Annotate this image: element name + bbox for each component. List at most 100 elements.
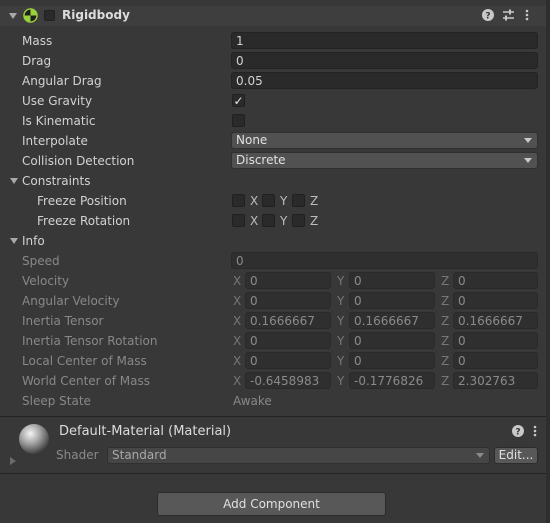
local-center-of-mass-label: Local Center of Mass bbox=[22, 354, 147, 368]
material-foldout-icon[interactable] bbox=[10, 457, 16, 465]
edit-shader-button[interactable]: Edit... bbox=[494, 447, 538, 464]
use-gravity-checkbox[interactable]: ✓ bbox=[232, 94, 245, 107]
shader-value: Standard bbox=[112, 448, 167, 462]
presets-icon[interactable] bbox=[502, 9, 515, 21]
svg-text:?: ? bbox=[485, 12, 490, 22]
footer-separator bbox=[0, 473, 550, 474]
world-center-of-mass-x: -0.6458983 bbox=[245, 372, 331, 389]
constraints-foldout-icon[interactable] bbox=[10, 178, 18, 184]
velocity-y: 0 bbox=[349, 272, 435, 289]
axis-z-label: Z bbox=[441, 354, 450, 368]
axis-x-label: X bbox=[233, 374, 242, 388]
material-title: Default-Material (Material) bbox=[59, 424, 232, 439]
freeze-position-y-label: Y bbox=[280, 194, 288, 208]
axis-x-label: X bbox=[233, 354, 242, 368]
axis-z-label: Z bbox=[441, 334, 450, 348]
inertia-tensor-z: 0.1666667 bbox=[453, 312, 538, 329]
chevron-down-icon bbox=[476, 453, 484, 458]
scrollbar[interactable] bbox=[546, 0, 550, 523]
axis-z-label: Z bbox=[441, 294, 450, 308]
freeze-rotation-z-checkbox[interactable] bbox=[292, 214, 305, 227]
axis-y-label: Y bbox=[337, 314, 345, 328]
collision-detection-dropdown[interactable]: Discrete bbox=[231, 152, 538, 169]
freeze-rotation-y-label: Y bbox=[280, 214, 288, 228]
world-center-of-mass-label: World Center of Mass bbox=[22, 374, 150, 388]
drag-input[interactable]: 0 bbox=[231, 52, 538, 69]
world-center-of-mass-z: 2.302763 bbox=[453, 372, 538, 389]
enable-component-checkbox[interactable] bbox=[44, 10, 55, 21]
constraints-foldout[interactable]: Constraints bbox=[22, 171, 90, 191]
axis-x-label: X bbox=[233, 294, 242, 308]
rigidbody-icon bbox=[23, 8, 38, 23]
axis-y-label: Y bbox=[337, 374, 345, 388]
freeze-position-z-checkbox[interactable] bbox=[292, 194, 305, 207]
axis-y-label: Y bbox=[337, 274, 345, 288]
help-icon[interactable]: ? bbox=[482, 9, 494, 22]
interpolate-dropdown[interactable]: None bbox=[231, 132, 538, 149]
chevron-down-icon bbox=[524, 158, 532, 163]
material-preview-icon bbox=[18, 423, 50, 455]
axis-z-label: Z bbox=[441, 274, 450, 288]
inertia-tensor-label: Inertia Tensor bbox=[22, 314, 104, 328]
axis-x-label: X bbox=[233, 334, 242, 348]
interpolate-value: None bbox=[236, 133, 268, 147]
kebab-menu-icon[interactable] bbox=[524, 9, 530, 21]
local-center-of-mass-z: 0 bbox=[453, 352, 538, 369]
freeze-rotation-z-label: Z bbox=[310, 214, 319, 228]
info-foldout-icon[interactable] bbox=[10, 238, 18, 244]
velocity-x: 0 bbox=[245, 272, 331, 289]
drag-label: Drag bbox=[22, 54, 52, 68]
axis-y-label: Y bbox=[337, 354, 345, 368]
inertia-tensor-rotation-z: 0 bbox=[453, 332, 538, 349]
is-kinematic-checkbox[interactable] bbox=[232, 114, 245, 127]
freeze-position-label: Freeze Position bbox=[37, 194, 127, 208]
velocity-z: 0 bbox=[453, 272, 538, 289]
collision-detection-label: Collision Detection bbox=[22, 154, 135, 168]
freeze-position-x-label: X bbox=[250, 194, 259, 208]
info-foldout[interactable]: Info bbox=[22, 231, 45, 251]
axis-z-label: Z bbox=[441, 314, 450, 328]
add-component-button[interactable]: Add Component bbox=[157, 492, 386, 516]
shader-dropdown[interactable]: Standard bbox=[107, 447, 490, 464]
speed-label: Speed bbox=[22, 254, 60, 268]
velocity-label: Velocity bbox=[22, 274, 70, 288]
freeze-position-z-label: Z bbox=[310, 194, 319, 208]
freeze-position-x-checkbox[interactable] bbox=[232, 194, 245, 207]
freeze-rotation-y-checkbox[interactable] bbox=[262, 214, 275, 227]
angular-drag-input[interactable]: 0.05 bbox=[231, 72, 538, 89]
freeze-rotation-label: Freeze Rotation bbox=[37, 214, 131, 228]
angular-velocity-y: 0 bbox=[349, 292, 435, 309]
mass-label: Mass bbox=[22, 34, 53, 48]
local-center-of-mass-y: 0 bbox=[349, 352, 435, 369]
help-icon[interactable]: ? bbox=[512, 425, 524, 438]
svg-text:?: ? bbox=[515, 428, 520, 438]
axis-x-label: X bbox=[233, 314, 242, 328]
freeze-rotation-x-label: X bbox=[250, 214, 259, 228]
axis-y-label: Y bbox=[337, 294, 345, 308]
speed-value: 0 bbox=[231, 252, 538, 269]
inertia-tensor-x: 0.1666667 bbox=[245, 312, 331, 329]
angular-velocity-x: 0 bbox=[245, 292, 331, 309]
interpolate-label: Interpolate bbox=[22, 134, 88, 148]
world-center-of-mass-y: -0.1776826 bbox=[349, 372, 435, 389]
freeze-rotation-x-checkbox[interactable] bbox=[232, 214, 245, 227]
inertia-tensor-y: 0.1666667 bbox=[349, 312, 435, 329]
axis-x-label: X bbox=[233, 274, 242, 288]
axis-z-label: Z bbox=[441, 374, 450, 388]
freeze-position-y-checkbox[interactable] bbox=[262, 194, 275, 207]
inertia-tensor-rotation-x: 0 bbox=[245, 332, 331, 349]
inertia-tensor-rotation-y: 0 bbox=[349, 332, 435, 349]
mass-input[interactable]: 1 bbox=[231, 32, 538, 49]
use-gravity-label: Use Gravity bbox=[22, 94, 93, 108]
kebab-menu-icon[interactable] bbox=[532, 425, 538, 437]
sleep-state-value: Awake bbox=[233, 394, 272, 408]
collision-detection-value: Discrete bbox=[236, 153, 286, 167]
inertia-tensor-rotation-label: Inertia Tensor Rotation bbox=[22, 334, 158, 348]
component-separator bbox=[0, 416, 550, 417]
shader-label: Shader bbox=[56, 448, 99, 462]
chevron-down-icon bbox=[524, 138, 532, 143]
is-kinematic-label: Is Kinematic bbox=[22, 114, 96, 128]
foldout-arrow-icon[interactable] bbox=[9, 13, 17, 19]
angular-drag-label: Angular Drag bbox=[22, 74, 102, 88]
local-center-of-mass-x: 0 bbox=[245, 352, 331, 369]
